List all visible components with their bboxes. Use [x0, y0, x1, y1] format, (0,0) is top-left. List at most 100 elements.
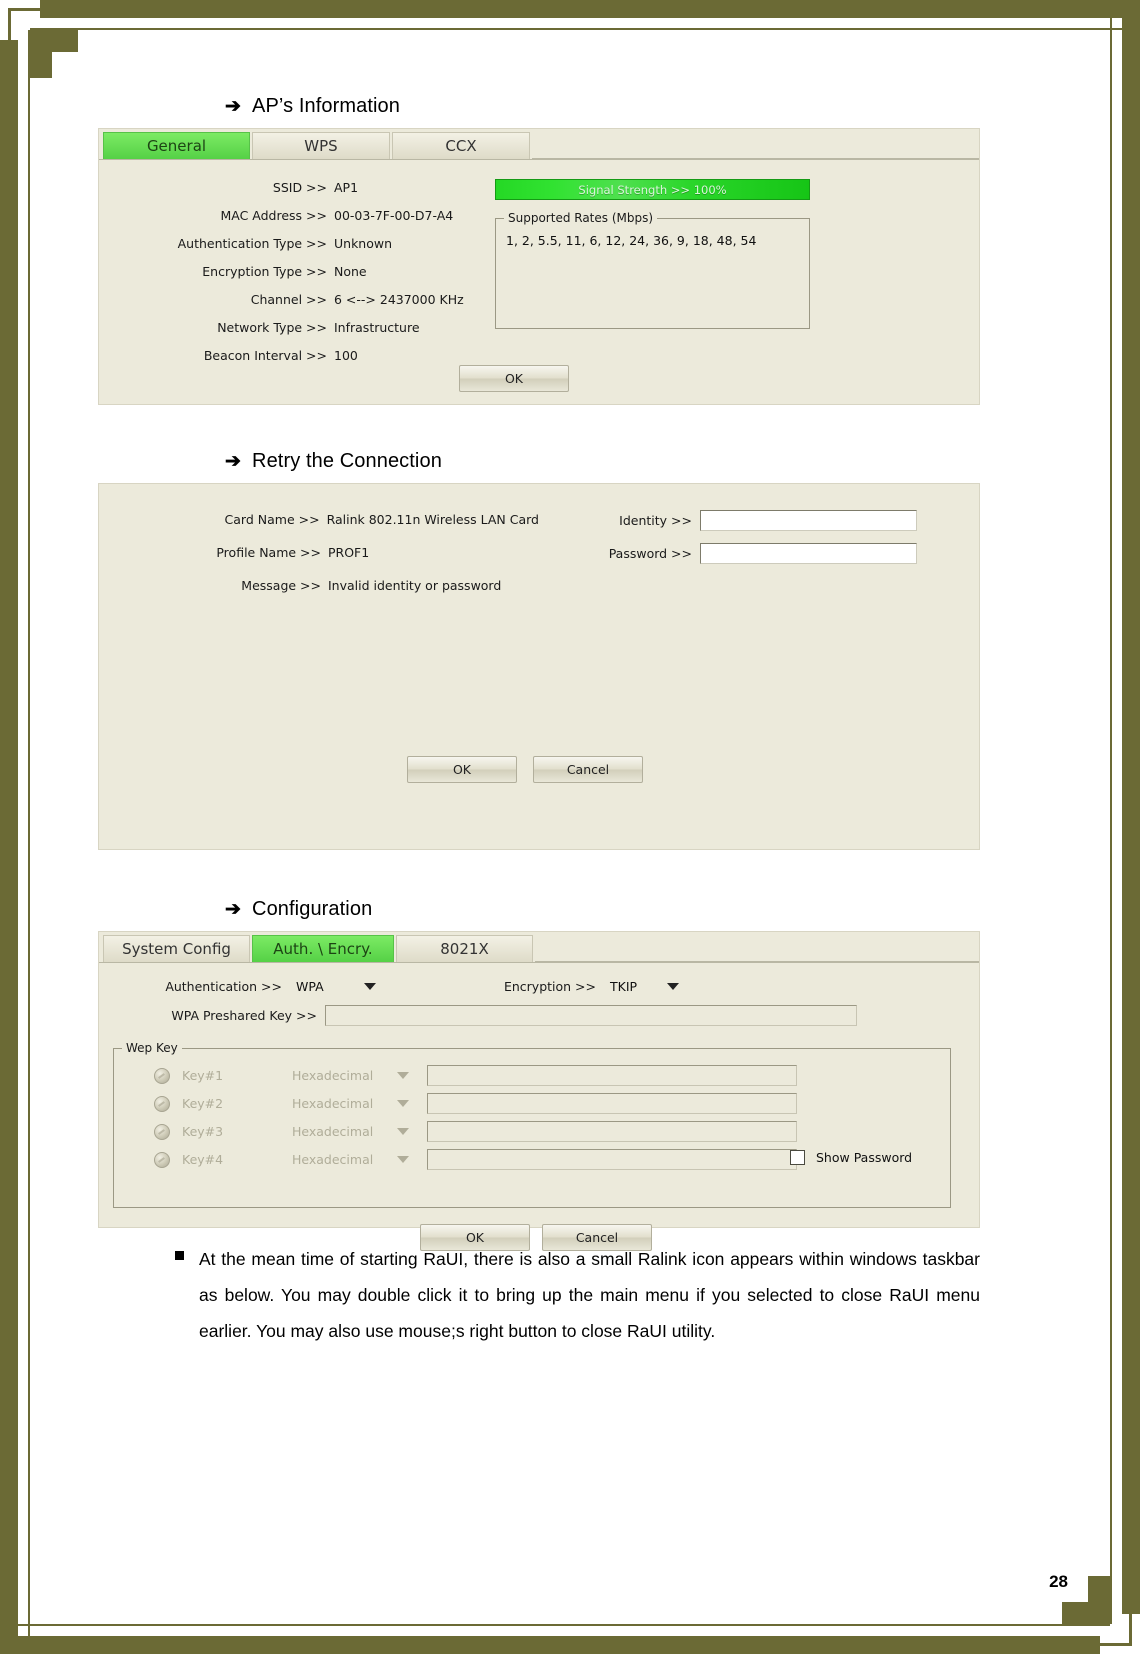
wep-key-2-format: Hexadecimal: [292, 1096, 374, 1111]
field-authentication-type: Authentication Type >> Unknown: [99, 236, 479, 251]
tab-auth-encry[interactable]: Auth. \ Encry.: [252, 935, 394, 962]
wep-key-1-input[interactable]: [427, 1065, 797, 1086]
retry-connection-body: Card Name >> Ralink 802.11n Wireless LAN…: [99, 484, 979, 783]
section-heading-configuration: ➔ Configuration: [225, 898, 1090, 921]
wep-key-3-label: Key#3: [182, 1124, 224, 1139]
field-network-type: Network Type >> Infrastructure: [99, 320, 479, 335]
authentication-dropdown[interactable]: WPA: [296, 979, 436, 994]
field-encryption-type-value: None: [334, 264, 367, 279]
retry-connection-ok-button[interactable]: OK: [407, 756, 517, 783]
note-text: At the mean time of starting RaUI, there…: [199, 1249, 980, 1341]
field-identity-label: Identity >>: [619, 513, 692, 528]
chevron-down-icon[interactable]: [397, 1128, 409, 1135]
field-card-name: Card Name >> Ralink 802.11n Wireless LAN…: [99, 512, 539, 527]
tab-wps[interactable]: WPS: [252, 132, 390, 159]
chevron-down-icon[interactable]: [397, 1100, 409, 1107]
configuration-ok-button[interactable]: OK: [420, 1224, 530, 1251]
supported-rates-values: 1, 2, 5.5, 11, 6, 12, 24, 36, 9, 18, 48,…: [506, 233, 757, 248]
wep-key-3-input[interactable]: [427, 1121, 797, 1142]
field-mac-address-label: MAC Address >>: [220, 208, 327, 223]
tab-ccx[interactable]: CCX: [392, 132, 530, 159]
field-authentication-type-label: Authentication Type >>: [177, 236, 327, 251]
field-network-type-value: Infrastructure: [334, 320, 420, 335]
field-beacon-interval-label: Beacon Interval >>: [203, 348, 327, 363]
configuration-body: Authentication >> WPA Encryption >> TKIP…: [99, 963, 979, 1251]
ap-information-body: SSID >> AP1 MAC Address >> 00-03-7F-00-D…: [99, 160, 979, 392]
section-heading-retry-connection: ➔ Retry the Connection: [225, 450, 1090, 473]
bullet-square-icon: [175, 1251, 184, 1260]
identity-input[interactable]: [700, 510, 917, 531]
page-number: 28: [1049, 1572, 1068, 1591]
page-content: ➔ AP’s Information General WPS CCX SSID …: [50, 40, 1090, 1610]
authentication-label: Authentication >>: [165, 979, 282, 994]
wep-key-group: Wep Key Key#1 Hexadecimal Key#2 Hexadeci…: [113, 1041, 951, 1208]
field-channel-value: 6 <--> 2437000 KHz: [334, 292, 464, 307]
show-password-checkbox[interactable]: [790, 1150, 805, 1165]
field-network-type-label: Network Type >>: [217, 320, 327, 335]
auth-encryption-row: Authentication >> WPA Encryption >> TKIP: [99, 979, 979, 994]
ap-information-tabbar: General WPS CCX: [99, 129, 979, 160]
show-password-row[interactable]: Show Password: [790, 1150, 912, 1165]
field-ssid-value: AP1: [334, 180, 359, 195]
wep-key-3-radio[interactable]: [154, 1123, 170, 1140]
ap-information-ok-button[interactable]: OK: [459, 365, 569, 392]
wpa-preshared-key-label: WPA Preshared Key >>: [171, 1008, 317, 1023]
wep-key-row: Key#1 Hexadecimal: [124, 1065, 940, 1086]
ap-information-fields: SSID >> AP1 MAC Address >> 00-03-7F-00-D…: [99, 180, 479, 363]
field-mac-address: MAC Address >> 00-03-7F-00-D7-A4: [99, 208, 479, 223]
wep-key-1-radio[interactable]: [154, 1067, 170, 1084]
tab-general[interactable]: General: [103, 132, 250, 159]
retry-connection-fields: Card Name >> Ralink 802.11n Wireless LAN…: [99, 512, 539, 593]
wep-key-2-radio[interactable]: [154, 1095, 170, 1112]
field-message: Message >> Invalid identity or password: [99, 578, 539, 593]
show-password-label: Show Password: [816, 1150, 913, 1165]
supported-rates-group: Supported Rates (Mbps) 1, 2, 5.5, 11, 6,…: [495, 211, 810, 329]
field-authentication-type-value: Unknown: [334, 236, 393, 251]
section-heading-label: AP’s Information: [252, 95, 400, 117]
wep-key-4-label: Key#4: [182, 1152, 224, 1167]
encryption-value: TKIP: [610, 979, 638, 994]
section-heading-label: Configuration: [252, 898, 373, 920]
wpa-preshared-key-input[interactable]: [325, 1005, 857, 1026]
section-heading-label: Retry the Connection: [252, 450, 442, 472]
encryption-label: Encryption >>: [503, 979, 596, 994]
arrow-bullet-icon: ➔: [225, 451, 242, 472]
retry-connection-cancel-button[interactable]: Cancel: [533, 756, 643, 783]
field-identity: Identity >>: [569, 510, 959, 531]
retry-connection-button-row: OK Cancel: [407, 756, 643, 783]
field-profile-name: Profile Name >> PROF1: [99, 545, 539, 560]
retry-connection-credentials: Identity >> Password >>: [569, 510, 959, 573]
wpa-preshared-key-row: WPA Preshared Key >>: [99, 1005, 979, 1026]
authentication-value: WPA: [296, 979, 324, 994]
field-card-name-value: Ralink 802.11n Wireless LAN Card: [326, 512, 539, 527]
wep-key-legend: Wep Key: [122, 1041, 182, 1055]
password-input[interactable]: [700, 543, 917, 564]
arrow-bullet-icon: ➔: [225, 899, 242, 920]
signal-strength-bar: Signal Strength >> 100%: [495, 179, 810, 200]
field-message-label: Message >>: [241, 578, 321, 593]
wep-key-4-input[interactable]: [427, 1149, 797, 1170]
field-channel: Channel >> 6 <--> 2437000 KHz: [99, 292, 479, 307]
chevron-down-icon[interactable]: [397, 1156, 409, 1163]
tab-8021x[interactable]: 8021X: [396, 935, 533, 962]
chevron-down-icon: [667, 983, 680, 990]
field-profile-name-label: Profile Name >>: [216, 545, 321, 560]
wep-key-4-radio[interactable]: [154, 1151, 170, 1168]
chevron-down-icon[interactable]: [397, 1072, 409, 1079]
encryption-dropdown[interactable]: TKIP: [610, 979, 680, 994]
chevron-down-icon: [363, 983, 376, 990]
configuration-button-row: OK Cancel: [99, 1224, 979, 1251]
field-password-label: Password >>: [608, 546, 692, 561]
field-mac-address-value: 00-03-7F-00-D7-A4: [334, 208, 454, 223]
tab-system-config[interactable]: System Config: [103, 935, 250, 962]
field-profile-name-value: PROF1: [328, 545, 370, 560]
signal-strength-label: Signal Strength >> 100%: [578, 182, 727, 197]
configuration-dialog: System Config Auth. \ Encry. 8021X Authe…: [98, 931, 980, 1251]
supported-rates-legend: Supported Rates (Mbps): [504, 211, 658, 225]
field-password: Password >>: [569, 543, 959, 564]
configuration-cancel-button[interactable]: Cancel: [542, 1224, 652, 1251]
ap-information-right-column: Signal Strength >> 100% Supported Rates …: [495, 179, 810, 329]
wep-key-2-input[interactable]: [427, 1093, 797, 1114]
field-channel-label: Channel >>: [250, 292, 327, 307]
wep-key-2-label: Key#2: [182, 1096, 224, 1111]
